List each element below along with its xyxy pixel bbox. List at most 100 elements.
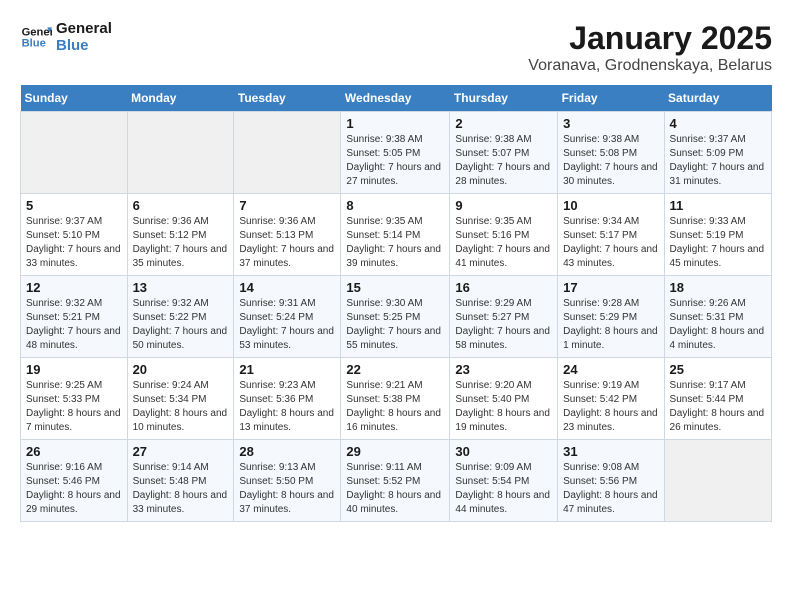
week-row-1: 1 Sunrise: 9:38 AM Sunset: 5:05 PM Daylig… <box>21 112 772 194</box>
weekday-header-sunday: Sunday <box>21 85 128 112</box>
day-info: Sunrise: 9:36 AM Sunset: 5:12 PM Dayligh… <box>133 215 229 271</box>
weekday-header-saturday: Saturday <box>664 85 771 112</box>
day-info: Sunrise: 9:30 AM Sunset: 5:25 PM Dayligh… <box>346 297 444 353</box>
calendar-cell: 30 Sunrise: 9:09 AM Sunset: 5:54 PM Dayli… <box>450 440 558 522</box>
day-number: 8 <box>346 198 444 213</box>
calendar-cell: 23 Sunrise: 9:20 AM Sunset: 5:40 PM Dayli… <box>450 358 558 440</box>
calendar-cell: 15Sunrise: 9:30 AM Sunset: 5:25 PM Dayli… <box>341 276 450 358</box>
title-section: January 2025 Voranava, Grodnenskaya, Bel… <box>528 20 772 75</box>
weekday-header-friday: Friday <box>558 85 664 112</box>
week-row-5: 26 Sunrise: 9:16 AM Sunset: 5:46 PM Dayli… <box>21 440 772 522</box>
day-info: Sunrise: 9:38 AM Sunset: 5:07 PM Dayligh… <box>455 133 552 189</box>
day-number: 2 <box>455 116 552 131</box>
day-number: 3 <box>563 116 658 131</box>
svg-text:Blue: Blue <box>22 38 46 50</box>
day-number: 10 <box>563 198 658 213</box>
weekday-header-row: SundayMondayTuesdayWednesdayThursdayFrid… <box>21 85 772 112</box>
day-number: 31 <box>563 444 658 459</box>
calendar-cell: 21 Sunrise: 9:23 AM Sunset: 5:36 PM Dayli… <box>234 358 341 440</box>
calendar-cell: 31Sunrise: 9:08 AM Sunset: 5:56 PM Dayli… <box>558 440 664 522</box>
calendar-cell <box>234 112 341 194</box>
day-number: 23 <box>455 362 552 377</box>
day-number: 9 <box>455 198 552 213</box>
weekday-header-thursday: Thursday <box>450 85 558 112</box>
week-row-4: 19Sunrise: 9:25 AM Sunset: 5:33 PM Dayli… <box>21 358 772 440</box>
day-info: Sunrise: 9:11 AM Sunset: 5:52 PM Dayligh… <box>346 461 444 517</box>
day-info: Sunrise: 9:38 AM Sunset: 5:05 PM Dayligh… <box>346 133 444 189</box>
day-number: 30 <box>455 444 552 459</box>
calendar-cell: 4 Sunrise: 9:37 AM Sunset: 5:09 PM Daylig… <box>664 112 771 194</box>
calendar-cell: 16 Sunrise: 9:29 AM Sunset: 5:27 PM Dayli… <box>450 276 558 358</box>
day-number: 27 <box>133 444 229 459</box>
header: General Blue General Blue January 2025 V… <box>20 20 772 75</box>
day-info: Sunrise: 9:14 AM Sunset: 5:48 PM Dayligh… <box>133 461 229 517</box>
day-number: 28 <box>239 444 335 459</box>
calendar-cell: 2 Sunrise: 9:38 AM Sunset: 5:07 PM Daylig… <box>450 112 558 194</box>
calendar-cell: 17 Sunrise: 9:28 AM Sunset: 5:29 PM Dayli… <box>558 276 664 358</box>
day-info: Sunrise: 9:35 AM Sunset: 5:16 PM Dayligh… <box>455 215 552 271</box>
day-info: Sunrise: 9:13 AM Sunset: 5:50 PM Dayligh… <box>239 461 335 517</box>
day-info: Sunrise: 9:26 AM Sunset: 5:31 PM Dayligh… <box>670 297 766 353</box>
logo: General Blue General Blue <box>20 20 112 54</box>
day-info: Sunrise: 9:37 AM Sunset: 5:10 PM Dayligh… <box>26 215 122 271</box>
calendar-cell: 20Sunrise: 9:24 AM Sunset: 5:34 PM Dayli… <box>127 358 234 440</box>
day-number: 29 <box>346 444 444 459</box>
weekday-header-monday: Monday <box>127 85 234 112</box>
calendar-cell <box>127 112 234 194</box>
day-info: Sunrise: 9:36 AM Sunset: 5:13 PM Dayligh… <box>239 215 335 271</box>
day-number: 1 <box>346 116 444 131</box>
day-number: 24 <box>563 362 658 377</box>
calendar-cell: 13 Sunrise: 9:32 AM Sunset: 5:22 PM Dayli… <box>127 276 234 358</box>
day-number: 13 <box>133 280 229 295</box>
day-info: Sunrise: 9:33 AM Sunset: 5:19 PM Dayligh… <box>670 215 766 271</box>
calendar-cell: 26 Sunrise: 9:16 AM Sunset: 5:46 PM Dayli… <box>21 440 128 522</box>
day-info: Sunrise: 9:09 AM Sunset: 5:54 PM Dayligh… <box>455 461 552 517</box>
day-info: Sunrise: 9:32 AM Sunset: 5:21 PM Dayligh… <box>26 297 122 353</box>
day-number: 19 <box>26 362 122 377</box>
day-info: Sunrise: 9:37 AM Sunset: 5:09 PM Dayligh… <box>670 133 766 189</box>
calendar-cell: 24 Sunrise: 9:19 AM Sunset: 5:42 PM Dayli… <box>558 358 664 440</box>
week-row-3: 12Sunrise: 9:32 AM Sunset: 5:21 PM Dayli… <box>21 276 772 358</box>
day-info: Sunrise: 9:31 AM Sunset: 5:24 PM Dayligh… <box>239 297 335 353</box>
calendar-cell: 22 Sunrise: 9:21 AM Sunset: 5:38 PM Dayli… <box>341 358 450 440</box>
calendar-cell: 10Sunrise: 9:34 AM Sunset: 5:17 PM Dayli… <box>558 194 664 276</box>
day-number: 14 <box>239 280 335 295</box>
day-info: Sunrise: 9:17 AM Sunset: 5:44 PM Dayligh… <box>670 379 766 435</box>
day-number: 7 <box>239 198 335 213</box>
day-info: Sunrise: 9:32 AM Sunset: 5:22 PM Dayligh… <box>133 297 229 353</box>
calendar-cell: 14 Sunrise: 9:31 AM Sunset: 5:24 PM Dayli… <box>234 276 341 358</box>
calendar-cell <box>21 112 128 194</box>
calendar-cell: 3 Sunrise: 9:38 AM Sunset: 5:08 PM Daylig… <box>558 112 664 194</box>
day-info: Sunrise: 9:21 AM Sunset: 5:38 PM Dayligh… <box>346 379 444 435</box>
calendar-cell: 18 Sunrise: 9:26 AM Sunset: 5:31 PM Dayli… <box>664 276 771 358</box>
calendar-table: SundayMondayTuesdayWednesdayThursdayFrid… <box>20 85 772 522</box>
day-info: Sunrise: 9:38 AM Sunset: 5:08 PM Dayligh… <box>563 133 658 189</box>
day-number: 4 <box>670 116 766 131</box>
calendar-cell: 6Sunrise: 9:36 AM Sunset: 5:12 PM Daylig… <box>127 194 234 276</box>
day-number: 17 <box>563 280 658 295</box>
svg-text:General: General <box>22 26 52 38</box>
calendar-cell: 29 Sunrise: 9:11 AM Sunset: 5:52 PM Dayli… <box>341 440 450 522</box>
day-info: Sunrise: 9:16 AM Sunset: 5:46 PM Dayligh… <box>26 461 122 517</box>
day-info: Sunrise: 9:28 AM Sunset: 5:29 PM Dayligh… <box>563 297 658 353</box>
day-number: 21 <box>239 362 335 377</box>
day-number: 18 <box>670 280 766 295</box>
week-row-2: 5Sunrise: 9:37 AM Sunset: 5:10 PM Daylig… <box>21 194 772 276</box>
calendar-cell: 7 Sunrise: 9:36 AM Sunset: 5:13 PM Daylig… <box>234 194 341 276</box>
weekday-header-wednesday: Wednesday <box>341 85 450 112</box>
day-info: Sunrise: 9:20 AM Sunset: 5:40 PM Dayligh… <box>455 379 552 435</box>
day-info: Sunrise: 9:19 AM Sunset: 5:42 PM Dayligh… <box>563 379 658 435</box>
logo-line2: Blue <box>56 37 112 54</box>
day-number: 22 <box>346 362 444 377</box>
calendar-title: January 2025 <box>528 20 772 57</box>
calendar-cell: 28 Sunrise: 9:13 AM Sunset: 5:50 PM Dayli… <box>234 440 341 522</box>
calendar-cell: 19Sunrise: 9:25 AM Sunset: 5:33 PM Dayli… <box>21 358 128 440</box>
calendar-cell: 11Sunrise: 9:33 AM Sunset: 5:19 PM Dayli… <box>664 194 771 276</box>
calendar-subtitle: Voranava, Grodnenskaya, Belarus <box>528 57 772 75</box>
day-info: Sunrise: 9:29 AM Sunset: 5:27 PM Dayligh… <box>455 297 552 353</box>
day-number: 16 <box>455 280 552 295</box>
logo-line1: General <box>56 20 112 37</box>
day-info: Sunrise: 9:23 AM Sunset: 5:36 PM Dayligh… <box>239 379 335 435</box>
day-number: 26 <box>26 444 122 459</box>
day-number: 20 <box>133 362 229 377</box>
